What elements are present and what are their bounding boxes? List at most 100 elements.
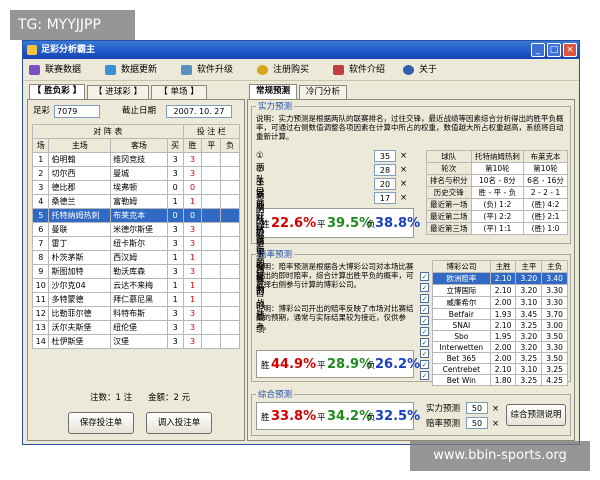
table-row[interactable]: 12 比勒菲尔德 科特布斯 3 3 (31, 306, 240, 321)
menu-about[interactable]: 关于 (403, 62, 437, 78)
bet-cell[interactable]: 1 (182, 292, 203, 307)
bet-cell[interactable] (220, 292, 240, 307)
bet-cell[interactable]: 3 (182, 306, 203, 321)
table-row[interactable]: 5 托特纳姆热刺 布莱克本 0 0 (31, 208, 240, 223)
bet-cell[interactable]: 3 (182, 152, 203, 167)
factor-spinner[interactable]: 35 (374, 150, 396, 162)
close-icon[interactable]: × (400, 164, 407, 176)
menu-data-update[interactable]: 数据更新 (105, 62, 157, 78)
tab-regular[interactable]: 常规预测 (249, 84, 297, 99)
table-row[interactable]: 3 德比郡 埃弗顿 0 0 (31, 180, 240, 195)
menu-league-data[interactable]: 联赛数据 (29, 62, 81, 78)
bet-cell[interactable] (201, 334, 222, 349)
company-checkbox[interactable]: ✓ (420, 349, 429, 358)
table-row[interactable]: 11 多特蒙德 拜仁慕尼黑 1 1 (31, 292, 240, 307)
bet-cell[interactable] (201, 264, 222, 279)
tab-single[interactable]: 【 单场 】 (151, 85, 207, 99)
menu-register[interactable]: 注册购买 (257, 62, 309, 78)
table-row[interactable]: Interwetten 2.00 3.20 3.30 (432, 341, 568, 353)
bet-cell[interactable] (201, 236, 222, 251)
bet-cell[interactable]: 1 (182, 278, 203, 293)
table-row[interactable]: Bet Win 1.80 3.25 4.25 (432, 374, 568, 386)
tab-win-lose[interactable]: 【 胜负彩 】 (29, 84, 85, 99)
lottery-select[interactable]: 7079 (54, 105, 100, 118)
save-bet-button[interactable]: 保存投注单 (68, 412, 134, 434)
bet-cell[interactable] (220, 194, 240, 209)
table-row[interactable]: 13 沃尔夫斯堡 纽伦堡 3 3 (31, 320, 240, 335)
bet-cell[interactable]: 3 (182, 264, 203, 279)
company-checkbox[interactable]: ✓ (420, 316, 429, 325)
close-icon[interactable]: × (492, 403, 499, 415)
menu-upgrade[interactable]: 软件升级 (181, 62, 233, 78)
tab-upset[interactable]: 冷门分析 (299, 85, 347, 99)
bet-cell[interactable]: 3 (182, 236, 203, 251)
table-row[interactable]: Centrebet 2.10 3.10 3.25 (432, 363, 568, 375)
bet-cell[interactable] (201, 222, 222, 237)
company-checkbox[interactable]: ✓ (420, 272, 429, 281)
bet-cell[interactable] (201, 292, 222, 307)
bet-cell[interactable] (220, 152, 240, 167)
bet-cell[interactable] (220, 278, 240, 293)
strength-weight-spinner[interactable]: 50 (466, 402, 488, 414)
bet-cell[interactable]: 0 (182, 180, 203, 195)
bet-cell[interactable] (201, 194, 222, 209)
odds-weight-spinner[interactable]: 50 (466, 417, 488, 429)
tab-goals[interactable]: 【 进球彩 】 (87, 85, 149, 99)
bet-cell[interactable]: 0 (182, 208, 203, 223)
company-checkbox[interactable]: ✓ (420, 327, 429, 336)
company-checkbox[interactable]: ✓ (420, 305, 429, 314)
company-checkbox[interactable]: ✓ (420, 283, 429, 292)
table-row[interactable]: 9 斯图加特 勒沃库森 3 3 (31, 264, 240, 279)
table-row[interactable]: Bet 365 2.00 3.25 3.50 (432, 352, 568, 364)
table-row[interactable]: Betfair 1.93 3.45 3.70 (432, 308, 568, 320)
close-icon[interactable]: × (400, 192, 407, 204)
bet-cell[interactable]: 3 (182, 166, 203, 181)
bet-cell[interactable]: 1 (182, 250, 203, 265)
bet-cell[interactable] (220, 334, 240, 349)
bet-cell[interactable]: 1 (182, 194, 203, 209)
factor-spinner[interactable]: 28 (374, 164, 396, 176)
bet-cell[interactable] (201, 320, 222, 335)
maximize-button[interactable]: □ (547, 43, 561, 57)
bet-cell[interactable] (220, 264, 240, 279)
table-row[interactable]: 6 曼联 米德尔斯堡 3 3 (31, 222, 240, 237)
bet-cell[interactable] (201, 306, 222, 321)
table-row[interactable]: 1 伯明翰 维冈竞技 3 3 (31, 152, 240, 167)
bet-cell[interactable]: 3 (182, 334, 203, 349)
factor-spinner[interactable]: 20 (374, 178, 396, 190)
minimize-button[interactable]: _ (531, 43, 545, 57)
bet-cell[interactable]: 3 (182, 320, 203, 335)
bet-cell[interactable] (201, 180, 222, 195)
close-icon[interactable]: × (400, 178, 407, 190)
table-row[interactable]: 8 朴茨茅斯 西汉姆 1 1 (31, 250, 240, 265)
table-row[interactable]: 4 桑德兰 富勒姆 1 1 (31, 194, 240, 209)
bet-cell[interactable] (220, 222, 240, 237)
bet-cell[interactable]: 3 (182, 222, 203, 237)
bet-cell[interactable] (201, 152, 222, 167)
bet-cell[interactable] (201, 250, 222, 265)
close-icon[interactable]: × (400, 150, 407, 162)
table-row[interactable]: 10 沙尔克04 云达不来梅 1 1 (31, 278, 240, 293)
bet-cell[interactable] (220, 306, 240, 321)
bet-cell[interactable] (220, 320, 240, 335)
company-checkbox[interactable]: ✓ (420, 338, 429, 347)
bet-cell[interactable] (201, 208, 222, 223)
table-row[interactable]: 2 切尔西 曼城 3 3 (31, 166, 240, 181)
bet-cell[interactable] (220, 236, 240, 251)
table-row[interactable]: 威廉希尔 2.00 3.10 3.30 (432, 296, 568, 309)
bet-cell[interactable] (220, 208, 240, 223)
table-row[interactable]: SNAI 2.10 3.25 3.00 (432, 319, 568, 331)
bet-cell[interactable] (220, 180, 240, 195)
company-checkbox[interactable]: ✓ (420, 371, 429, 380)
table-row[interactable]: 立博国际 2.10 3.20 3.30 (432, 284, 568, 297)
factor-spinner[interactable]: 17 (374, 192, 396, 204)
table-row[interactable]: Sbo 1.95 3.20 3.50 (432, 330, 568, 342)
load-bet-button[interactable]: 调入投注单 (146, 412, 212, 434)
bet-cell[interactable] (220, 250, 240, 265)
table-row[interactable]: 7 雷丁 纽卡斯尔 3 3 (31, 236, 240, 251)
table-row[interactable]: 欧洲赔率 2.10 3.20 3.40 (432, 272, 568, 285)
bet-cell[interactable] (201, 278, 222, 293)
bet-cell[interactable] (201, 166, 222, 181)
menu-about-software[interactable]: 软件介绍 (333, 62, 385, 78)
company-checkbox[interactable]: ✓ (420, 294, 429, 303)
